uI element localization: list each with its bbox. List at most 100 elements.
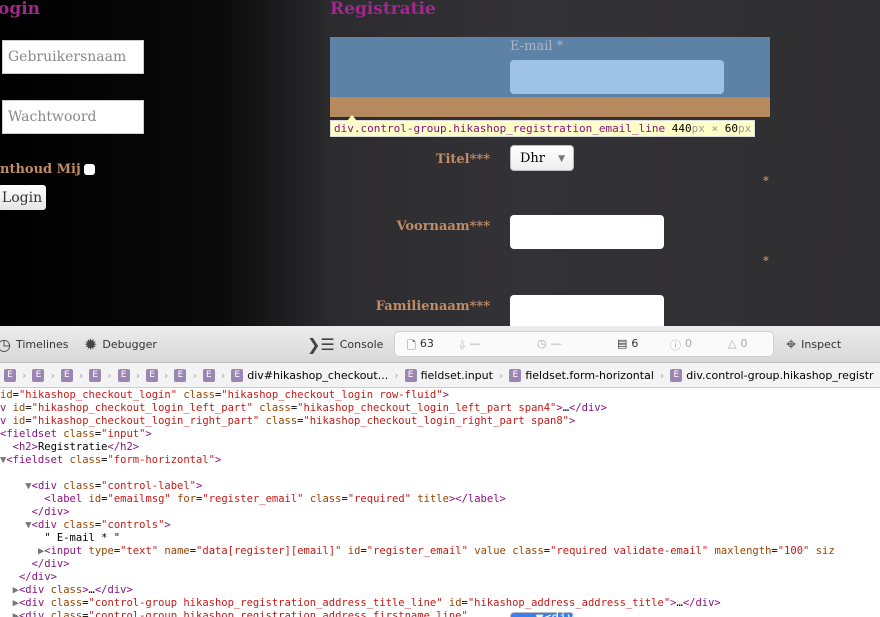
breadcrumb-item[interactable]: E — [202, 368, 215, 382]
dom-token: "input" — [101, 428, 146, 440]
breadcrumb-item[interactable]: Ediv.control-group.hikashop_registr — [670, 368, 874, 382]
logs-count[interactable]: ▤ 6 — [617, 337, 638, 350]
dom-token: id — [12, 402, 26, 414]
console-tab[interactable]: ❯☰ Console — [307, 326, 383, 363]
dom-token: > — [196, 480, 203, 492]
dom-node[interactable]: ▼<div class="control-label"> — [0, 480, 880, 493]
dom-node[interactable]: ▼<div class="controls"> — [0, 519, 880, 532]
breadcrumb-separator: › — [107, 368, 112, 382]
bug-icon: ✹ — [84, 335, 98, 354]
dom-node[interactable]: ▼<fieldset class="form-horizontal"> — [0, 454, 880, 467]
timelines-icon: ◷ — [0, 335, 11, 354]
dom-node[interactable]: <fieldset class="input"> — [0, 428, 880, 441]
dom-node[interactable]: ▶<div class="control-group hikashop_regi… — [0, 597, 880, 610]
errors-count[interactable]: ⓘ 0 — [670, 337, 692, 353]
dom-token: <input — [44, 545, 89, 557]
login-button[interactable]: Login — [0, 185, 46, 210]
breadcrumb-item[interactable]: Efieldset.form-horizontal — [509, 368, 654, 382]
lastname-input[interactable] — [510, 295, 664, 326]
console-icon: ❯☰ — [307, 335, 335, 354]
dom-node[interactable]: id="hikashop_checkout_login" class="hika… — [0, 389, 880, 402]
dom-tree: id="hikashop_checkout_login" class="hika… — [0, 389, 880, 617]
element-icon: E — [670, 368, 683, 382]
breadcrumb-label: div.control-group.hikashop_registr — [686, 368, 874, 382]
dom-token: "control-label" — [101, 480, 196, 492]
breadcrumb-item[interactable]: E — [4, 368, 16, 382]
element-icon: E — [202, 368, 215, 382]
bell-icon: ⍙ — [459, 337, 466, 350]
breadcrumb-item[interactable]: E — [174, 368, 187, 382]
dom-token: id — [347, 545, 361, 557]
warnings-count[interactable]: △ 0 — [728, 337, 747, 350]
debugger-tab[interactable]: ✹ Debugger — [84, 326, 157, 363]
dom-node[interactable]: ▶<input type="text" name="data[register]… — [0, 545, 880, 558]
dom-token: <fieldset — [0, 428, 64, 440]
warnings-value: 0 — [740, 337, 748, 350]
dom-node[interactable]: ▶<div class>…</div> — [0, 584, 880, 597]
dom-token: maxlength — [714, 545, 772, 557]
chevron-down-icon: ▼ — [558, 154, 565, 164]
dom-token: "controls" — [101, 519, 165, 531]
warning-icon: △ — [728, 337, 737, 350]
breadcrumb-item[interactable]: E — [146, 368, 159, 382]
dom-token: > — [145, 428, 152, 440]
document-icon: 🗋 — [407, 339, 416, 352]
dom-token: v — [0, 415, 13, 427]
breadcrumb-item[interactable]: Ediv#hikashop_checkout... — [231, 368, 388, 382]
breadcrumb-item[interactable]: E — [89, 368, 102, 382]
devtools-toolbar: ◷ Timelines ✹ Debugger ❯☰ Console 🗋 63 ⍙ — ◷ —… — [0, 326, 880, 363]
dom-token: <div — [18, 610, 51, 617]
breadcrumb-separator: › — [498, 368, 504, 382]
breadcrumb-separator: › — [220, 368, 226, 382]
required-star: * — [763, 254, 769, 267]
dom-node[interactable]: " E-mail * " — [0, 532, 880, 545]
dom-token: </div> — [31, 558, 70, 570]
element-icon: E — [117, 368, 130, 382]
timelines-tab[interactable]: ◷ Timelines — [0, 326, 68, 363]
dom-node[interactable]: <h2>Registratie</h2> — [0, 441, 880, 454]
activity-viewer: 🗋 63 ⍙ — ◷ — ▤ 6 ⓘ 0 △ 0 — [394, 331, 774, 357]
dom-token: > — [214, 454, 222, 466]
dom-node[interactable]: </div> — [0, 571, 880, 584]
dom-node[interactable]: </div> — [0, 506, 880, 519]
breadcrumb-separator: › — [394, 368, 399, 382]
title-select[interactable]: Dhr ▼ — [510, 145, 574, 171]
load-time[interactable]: ◷ — — [537, 337, 562, 350]
dom-node[interactable]: v id="hikashop_checkout_login_left_part"… — [0, 402, 880, 415]
username-input[interactable]: Gebruikersnaam — [2, 40, 144, 74]
dom-node[interactable]: v id="hikashop_checkout_login_right_part… — [0, 415, 880, 428]
remember-me-checkbox[interactable] — [83, 164, 95, 175]
breadcrumb-separator: › — [135, 368, 141, 382]
breadcrumb-item[interactable]: E — [60, 368, 73, 382]
dom-token: <label — [44, 493, 89, 505]
breadcrumb-item[interactable]: E — [117, 368, 130, 382]
breadcrumb-item[interactable]: E — [32, 368, 45, 382]
element-icon: E — [509, 368, 522, 382]
registration-heading: Registratie — [330, 0, 436, 19]
dom-node[interactable]: <label id="emailmsg" for="register_email… — [0, 493, 880, 506]
tooltip-width: 440 — [671, 122, 692, 135]
password-input[interactable]: Wachtwoord — [2, 100, 144, 134]
log-icon: ▤ — [617, 337, 628, 350]
dom-token: value — [474, 545, 506, 557]
resources-count[interactable]: 🗋 63 — [407, 337, 434, 356]
dom-node[interactable]: </div> — [0, 558, 880, 571]
breadcrumb-item[interactable]: Efieldset.input — [404, 368, 493, 382]
email-input[interactable] — [510, 60, 724, 94]
dom-token: <div — [31, 519, 64, 531]
load-time-value: — — [550, 337, 562, 350]
dom-token: class — [63, 519, 95, 531]
dom-node[interactable]: ▶<div class="control-group hikashop_regi… — [0, 610, 880, 617]
dom-token: </div> — [569, 402, 607, 414]
inspect-button[interactable]: ⌖ Inspect — [786, 326, 841, 363]
tooltip-unit: px — [691, 122, 705, 135]
firstname-input[interactable] — [510, 215, 664, 249]
dom-token: class — [50, 584, 83, 596]
breadcrumb-separator: › — [50, 368, 55, 382]
dom-token: <div — [31, 480, 64, 492]
network-status[interactable]: ⍙ — — [459, 337, 481, 351]
dom-token: "data[register][email]" — [196, 545, 342, 557]
